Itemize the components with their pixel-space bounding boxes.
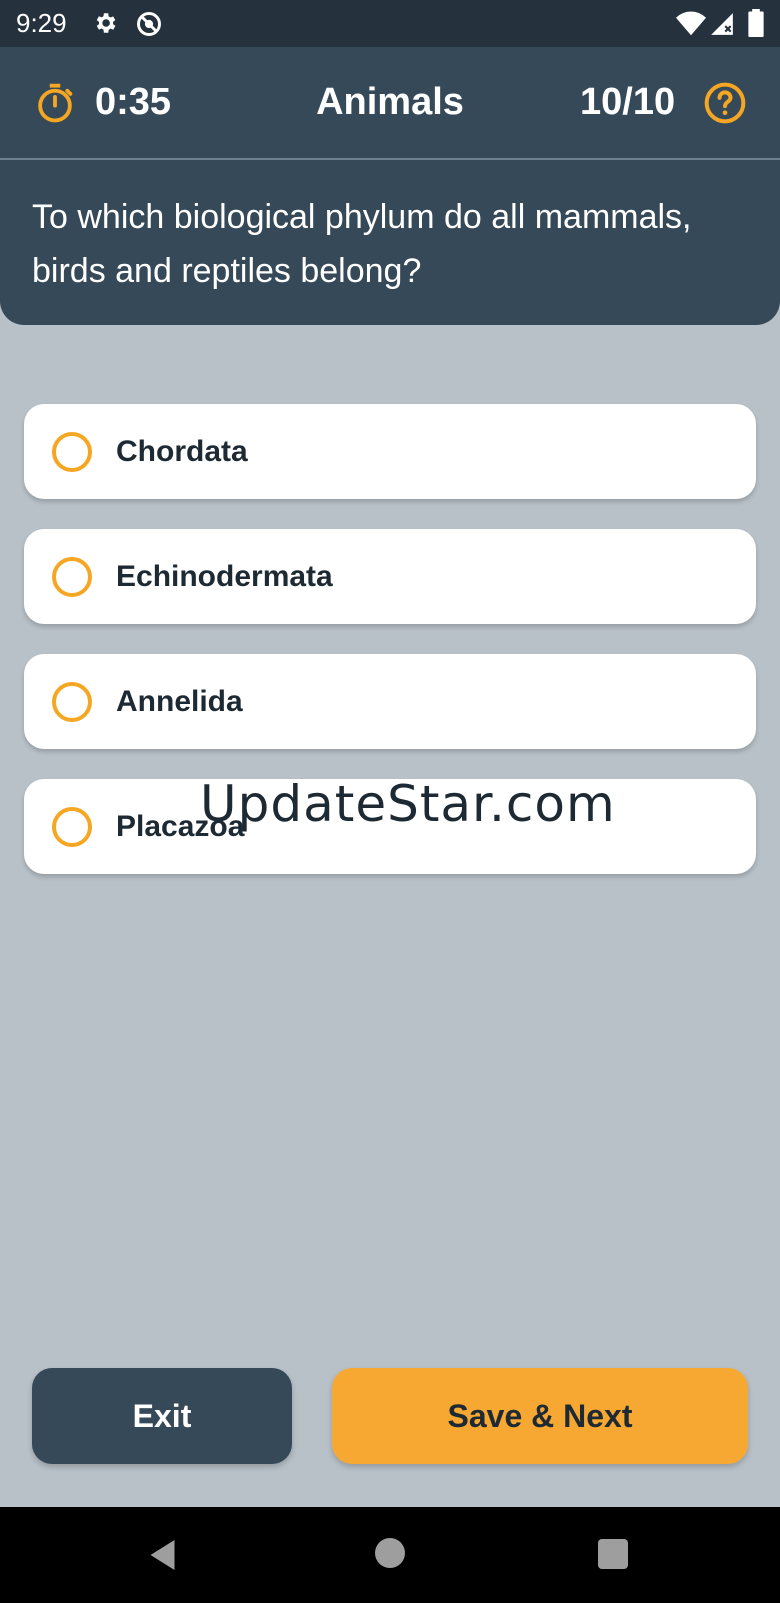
dnd-icon (137, 12, 161, 36)
radio-button-icon[interactable] (52, 807, 92, 847)
option-label: Chordata (116, 435, 248, 468)
watermark: UpdateStar.com (200, 775, 616, 833)
question-card: To which biological phylum do all mammal… (0, 160, 780, 325)
home-icon[interactable] (375, 1538, 405, 1568)
question-text: To which biological phylum do all mammal… (32, 198, 692, 290)
answer-option-2[interactable]: Echinodermata (24, 529, 756, 624)
radio-button-icon[interactable] (52, 557, 92, 597)
status-time: 9:29 (16, 8, 67, 38)
answer-option-1[interactable]: Chordata (24, 404, 756, 499)
navigation-bar (0, 1507, 780, 1603)
timer-value: 0:35 (95, 81, 172, 123)
gear-icon (96, 13, 116, 33)
recents-icon[interactable] (598, 1539, 628, 1569)
help-icon[interactable] (703, 81, 747, 125)
back-icon[interactable] (146, 1537, 182, 1573)
option-label: Echinodermata (116, 560, 333, 593)
question-counter: 10/10 (580, 81, 676, 123)
option-label: Annelida (116, 685, 243, 718)
answer-option-3[interactable]: Annelida (24, 654, 756, 749)
quiz-header: 0:35 Animals 10/10 (0, 47, 780, 160)
signal-icon (711, 13, 733, 35)
save-next-button[interactable]: Save & Next (332, 1368, 748, 1464)
status-bar: 9:29 (0, 0, 780, 47)
topic-title: Animals (316, 81, 464, 123)
wifi-icon (676, 11, 706, 36)
stopwatch-icon (38, 83, 73, 123)
radio-button-icon[interactable] (52, 682, 92, 722)
battery-icon (748, 9, 764, 37)
radio-button-icon[interactable] (52, 432, 92, 472)
exit-button[interactable]: Exit (32, 1368, 292, 1464)
